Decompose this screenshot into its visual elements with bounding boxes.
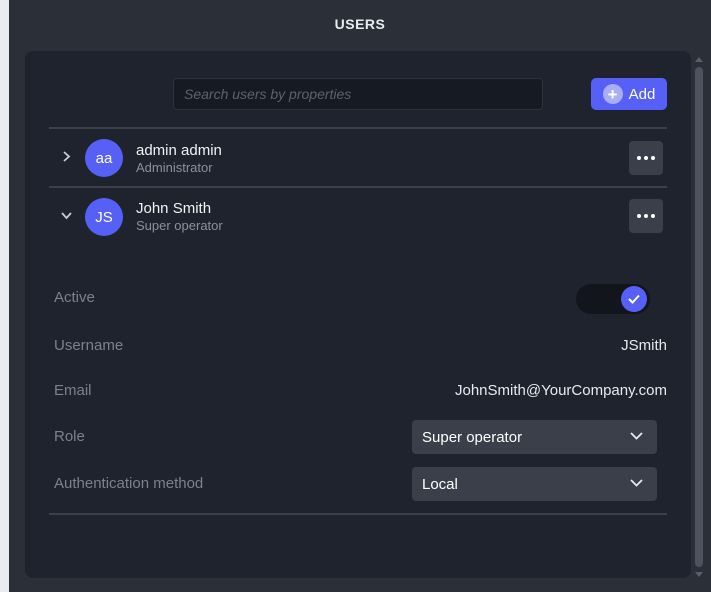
more-options-button[interactable] — [629, 141, 663, 175]
user-role: Super operator — [136, 218, 223, 233]
role-select-value: Super operator — [422, 429, 523, 446]
user-name: admin admin — [136, 142, 222, 159]
user-role: Administrator — [136, 160, 213, 175]
more-horizontal-icon — [637, 214, 641, 218]
chevron-right-icon[interactable] — [61, 151, 72, 162]
auth-method-select[interactable]: Local — [412, 467, 657, 501]
auth-method-select-value: Local — [422, 476, 458, 493]
chevron-down-icon — [630, 432, 643, 440]
window-left-edge — [0, 0, 9, 592]
email-label: Email — [54, 382, 92, 399]
username-value: JSmith — [621, 337, 667, 354]
details-divider — [49, 513, 667, 515]
search-input[interactable] — [173, 78, 543, 110]
user-row-admin[interactable]: aa admin admin Administrator — [49, 129, 667, 185]
scroll-up-arrow-icon[interactable] — [695, 57, 703, 62]
vertical-scrollbar[interactable] — [694, 57, 704, 577]
user-name: John Smith — [136, 200, 212, 217]
auth-method-label: Authentication method — [54, 475, 204, 492]
add-button-label: Add — [628, 85, 656, 103]
active-toggle[interactable] — [576, 284, 650, 314]
more-options-button[interactable] — [629, 199, 663, 233]
role-select[interactable]: Super operator — [412, 420, 657, 454]
active-label: Active — [54, 289, 95, 306]
scrollbar-thumb[interactable] — [695, 67, 703, 567]
role-label: Role — [54, 428, 85, 445]
username-label: Username — [54, 337, 124, 354]
toggle-knob — [621, 286, 647, 312]
user-row-john-smith[interactable]: JS John Smith Super operator — [49, 188, 667, 244]
chevron-down-icon — [630, 479, 643, 487]
chevron-down-icon[interactable] — [61, 210, 72, 221]
add-user-button[interactable]: + Add — [591, 78, 667, 110]
check-icon — [628, 294, 640, 304]
avatar: JS — [85, 198, 123, 236]
page-title: USERS — [334, 15, 386, 32]
more-horizontal-icon — [637, 156, 641, 160]
plus-circle-icon: + — [602, 84, 623, 104]
scroll-down-arrow-icon[interactable] — [695, 572, 703, 577]
email-value: JohnSmith@YourCompany.com — [455, 382, 667, 399]
panel-header: USERS — [9, 0, 711, 50]
avatar: aa — [85, 139, 123, 177]
